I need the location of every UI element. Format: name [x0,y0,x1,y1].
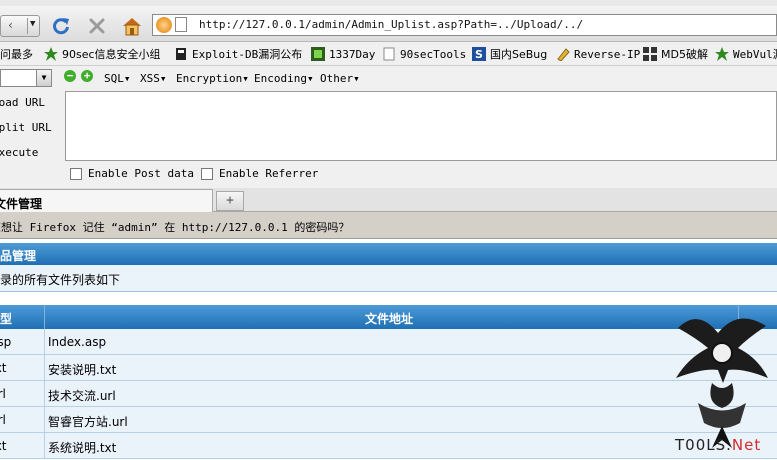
bookmark-item[interactable]: Exploit-DB漏洞公布 [174,46,302,62]
navigation-toolbar: ‹ ▼ http://127.0.0.1/admin/Admin_Uplist.… [0,6,777,42]
tab-file-management[interactable]: 文件管理 [0,189,213,213]
file-type: txt [0,361,7,375]
page-icon [175,17,187,32]
other-menu[interactable]: Other▾ [320,72,360,85]
table-row: txt 系统说明.txt [0,433,777,459]
section-header: 产品管理 [0,243,777,265]
bookmark-item[interactable]: 1337Day [311,46,375,62]
plus-icon[interactable]: + [81,70,93,82]
hackbar-select[interactable]: ▼ [0,69,52,87]
bookmark-item[interactable]: WebVul漏 [715,46,777,62]
file-type: url [0,413,6,427]
enable-referrer-checkbox[interactable]: Enable Referrer [201,167,318,180]
bookmark-icon [176,48,186,60]
bookmark-item[interactable]: Reverse-IP [556,46,640,62]
password-prompt-text: 您想让 Firefox 记住 “admin” 在 http://127.0.0.… [0,221,350,234]
split-url-button[interactable]: Split URL [0,121,52,134]
column-file-path: 文件地址 [365,312,414,326]
load-url-button[interactable]: Load URL [0,96,45,109]
pen-icon [557,48,570,61]
hackbar-url-textarea[interactable] [65,91,777,161]
history-dropdown-icon[interactable]: ▼ [30,19,35,29]
file-link[interactable]: 安装说明.txt [48,361,116,378]
svg-text:S: S [475,48,483,61]
execute-button[interactable]: Execute [0,146,38,159]
s-icon: S [472,47,486,61]
hackbar-panel: ▼ − + SQL▾ XSS▾ Encryption▾ Encoding▾ Ot… [0,66,777,188]
file-type: txt [0,439,7,453]
file-type: url [0,387,6,401]
file-link[interactable]: 智睿官方站.url [48,413,128,430]
file-link[interactable]: 技术交流.url [48,387,116,404]
tab-label: 文件管理 [0,197,43,211]
file-link[interactable]: Index.asp [48,335,106,349]
reload-icon[interactable] [50,15,72,37]
table-row: asp Index.asp [0,329,777,355]
bookmark-item[interactable]: 问最多 [0,46,33,62]
new-tab-button[interactable]: + [216,191,244,211]
sql-menu[interactable]: SQL▾ [104,72,131,85]
back-forward-button[interactable]: ‹ ▼ [0,15,40,37]
column-type: 类型 [0,312,13,326]
file-type: asp [0,335,12,349]
home-icon[interactable] [121,15,143,37]
green-star-icon [715,47,729,61]
file-link[interactable]: 系统说明.txt [48,439,116,456]
enable-post-data-checkbox[interactable]: Enable Post data [70,167,194,180]
encryption-menu[interactable]: Encryption▾ [176,72,249,85]
section-title: 产品管理 [0,249,37,263]
description-text: 目录的所有文件列表如下 [0,273,121,287]
watermark-text: T00LS.Net [675,436,762,454]
password-notification-bar: 您想让 Firefox 记住 “admin” 在 http://127.0.0.… [0,212,777,239]
dropdown-arrow-icon[interactable]: ▼ [36,70,51,86]
xss-menu[interactable]: XSS▾ [140,72,167,85]
table-header: 类型 文件地址 [0,305,777,329]
back-arrow-icon: ‹ [7,18,15,32]
url-text[interactable]: http://127.0.0.1/admin/Admin_Uplist.asp?… [199,18,583,31]
description-row: 目录的所有文件列表如下 [0,265,777,292]
bookmark-item[interactable]: MD5破解 [643,46,708,62]
table-row: txt 安装说明.txt [0,355,777,381]
site-identity-icon[interactable] [156,17,172,33]
encoding-menu[interactable]: Encoding▾ [254,72,314,85]
grid-icon [643,47,657,61]
bookmark-item[interactable]: 90sec信息安全小组 [44,46,161,62]
page-icon [383,47,395,61]
green-square-icon [311,47,325,61]
bookmarks-toolbar: 问最多 90sec信息安全小组 Exploit-DB漏洞公布 1337Day 9… [0,42,777,66]
table-row: url 技术交流.url [0,381,777,407]
green-star-icon [44,47,58,61]
bookmark-item[interactable]: S 国内SeBug [472,46,547,62]
stop-icon[interactable] [86,15,108,37]
page-content: 产品管理 目录的所有文件列表如下 类型 文件地址 asp Index.asp t… [0,239,777,460]
address-bar[interactable]: http://127.0.0.1/admin/Admin_Uplist.asp?… [152,14,777,36]
table-row: url 智睿官方站.url [0,407,777,433]
bookmark-item[interactable]: 90secTools [382,46,466,62]
tab-strip: 文件管理 + [0,188,777,213]
minus-icon[interactable]: − [64,70,76,82]
